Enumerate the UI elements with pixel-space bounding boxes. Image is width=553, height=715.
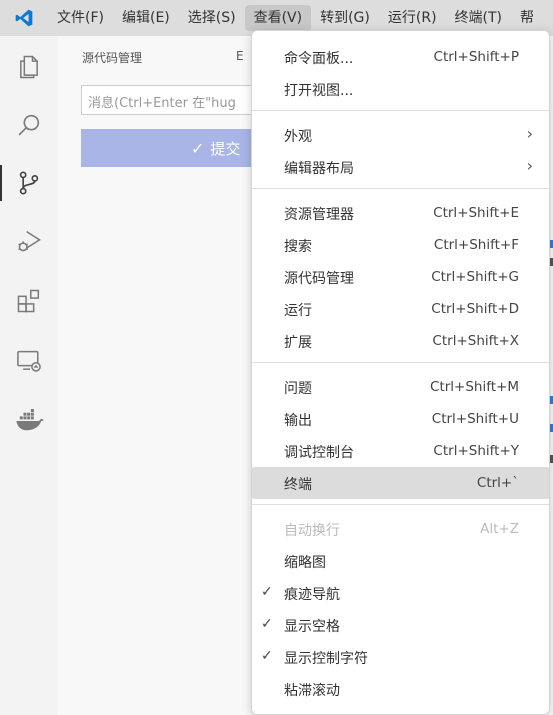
- menu-item-label: 显示空格: [284, 619, 340, 635]
- menu-item-label: 显示控制字符: [284, 651, 368, 667]
- view-menu-item[interactable]: 资源管理器 Ctrl+Shift+E: [252, 197, 549, 229]
- menu-item[interactable]: 选择(S): [179, 5, 245, 31]
- menu-item-label: 缩略图: [284, 555, 326, 571]
- checkmark-icon: ✓: [261, 616, 273, 632]
- run-debug-icon[interactable]: [0, 217, 58, 265]
- menu-item-shortcut: Alt+Z: [480, 521, 519, 537]
- extensions-icon[interactable]: [0, 277, 58, 325]
- menu-item-label: 痕迹导航: [284, 587, 340, 603]
- menu-item-label: 编辑器布局: [284, 161, 354, 177]
- menu-separator: [252, 504, 549, 505]
- activity-bar: [0, 36, 58, 715]
- panel-title-partial: E: [236, 49, 244, 63]
- menu-separator: [252, 188, 549, 189]
- view-menu-item[interactable]: 搜索 Ctrl+Shift+F: [252, 229, 549, 261]
- menu-item-shortcut: Ctrl+Shift+M: [430, 379, 519, 395]
- commit-button-label: 提交: [210, 139, 241, 158]
- menu-item[interactable]: 终端(T): [446, 5, 511, 31]
- menu-item[interactable]: 文件(F): [48, 5, 113, 31]
- view-menu-item[interactable]: ✓ 显示空格: [252, 609, 549, 641]
- view-menu-dropdown: 命令面板... Ctrl+Shift+P 打开视图... 外观 › 编辑器布局 › 资源管理器…: [251, 30, 550, 715]
- view-menu-item[interactable]: 外观 ›: [252, 119, 549, 151]
- menu-item-label: 源代码管理: [284, 271, 354, 287]
- vscode-logo-icon: [0, 0, 48, 36]
- menu-item-label: 粘滞滚动: [284, 683, 340, 699]
- menu-item-label: 资源管理器: [284, 207, 354, 223]
- view-menu-item[interactable]: ✓ 痕迹导航: [252, 577, 549, 609]
- view-menu-item[interactable]: 终端 Ctrl+`: [252, 467, 549, 499]
- menu-item-shortcut: Ctrl+Shift+F: [433, 237, 519, 253]
- view-menu-item[interactable]: 命令面板... Ctrl+Shift+P: [252, 41, 549, 73]
- view-menu-item[interactable]: 缩略图: [252, 545, 549, 577]
- view-menu-item[interactable]: 打开视图...: [252, 73, 549, 105]
- menu-item-label: 问题: [284, 381, 312, 397]
- view-menu-item[interactable]: 调试控制台 Ctrl+Shift+Y: [252, 435, 549, 467]
- menu-item[interactable]: 查看(V): [244, 5, 312, 31]
- menu-item[interactable]: 编辑(E): [113, 5, 179, 31]
- view-menu-item[interactable]: 运行 Ctrl+Shift+D: [252, 293, 549, 325]
- check-icon: ✓: [191, 138, 205, 158]
- menu-item-label: 运行: [284, 303, 312, 319]
- menu-item-shortcut: Ctrl+Shift+Y: [433, 443, 519, 459]
- view-menu-item[interactable]: 编辑器布局 ›: [252, 151, 549, 183]
- docker-icon[interactable]: [0, 397, 58, 445]
- commit-message-placeholder: 消息(Ctrl+Enter 在"hug: [88, 96, 236, 111]
- menu-separator: [252, 110, 549, 111]
- menu-item-shortcut: Ctrl+Shift+U: [431, 411, 519, 427]
- menu-item-label: 打开视图...: [284, 83, 354, 99]
- remote-explorer-icon[interactable]: [0, 337, 58, 385]
- menu-item-shortcut: Ctrl+Shift+G: [431, 269, 519, 285]
- menu-item[interactable]: 转到(G): [311, 5, 379, 31]
- menu-item-shortcut: Ctrl+Shift+E: [433, 205, 519, 221]
- search-icon[interactable]: [0, 101, 58, 149]
- menu-item-label: 自动换行: [284, 523, 340, 539]
- menu-item-shortcut: Ctrl+Shift+P: [433, 49, 519, 65]
- menu-item[interactable]: 帮: [511, 5, 543, 31]
- view-menu-item[interactable]: 粘滞滚动: [252, 673, 549, 705]
- menu-separator: [252, 362, 549, 363]
- source-control-icon[interactable]: [0, 159, 58, 207]
- menu-item-label: 输出: [284, 413, 312, 429]
- menu-item-label: 搜索: [284, 239, 312, 255]
- view-menu-item[interactable]: ✓ 显示控制字符: [252, 641, 549, 673]
- menu-item-label: 扩展: [284, 335, 312, 351]
- view-menu-item[interactable]: 问题 Ctrl+Shift+M: [252, 371, 549, 403]
- chevron-right-icon: ›: [526, 124, 533, 143]
- checkmark-icon: ✓: [261, 648, 273, 664]
- view-menu-item[interactable]: 输出 Ctrl+Shift+U: [252, 403, 549, 435]
- menu-item-label: 终端: [284, 477, 312, 493]
- menu-item-shortcut: Ctrl+Shift+D: [431, 301, 519, 317]
- menu-item-label: 调试控制台: [284, 445, 354, 461]
- view-menu-item[interactable]: 源代码管理 Ctrl+Shift+G: [252, 261, 549, 293]
- menu-item-label: 外观: [284, 129, 312, 145]
- menu-item-shortcut: Ctrl+Shift+X: [432, 333, 519, 349]
- menu-item[interactable]: 运行(R): [379, 5, 446, 31]
- view-menu-item[interactable]: 扩展 Ctrl+Shift+X: [252, 325, 549, 357]
- view-menu-item: 自动换行 Alt+Z: [252, 513, 549, 545]
- panel-title: 源代码管理: [82, 51, 143, 65]
- chevron-right-icon: ›: [526, 156, 533, 175]
- checkmark-icon: ✓: [261, 584, 273, 600]
- menu-item-shortcut: Ctrl+`: [476, 475, 519, 491]
- menu-item-label: 命令面板...: [284, 51, 354, 67]
- explorer-icon[interactable]: [0, 43, 58, 91]
